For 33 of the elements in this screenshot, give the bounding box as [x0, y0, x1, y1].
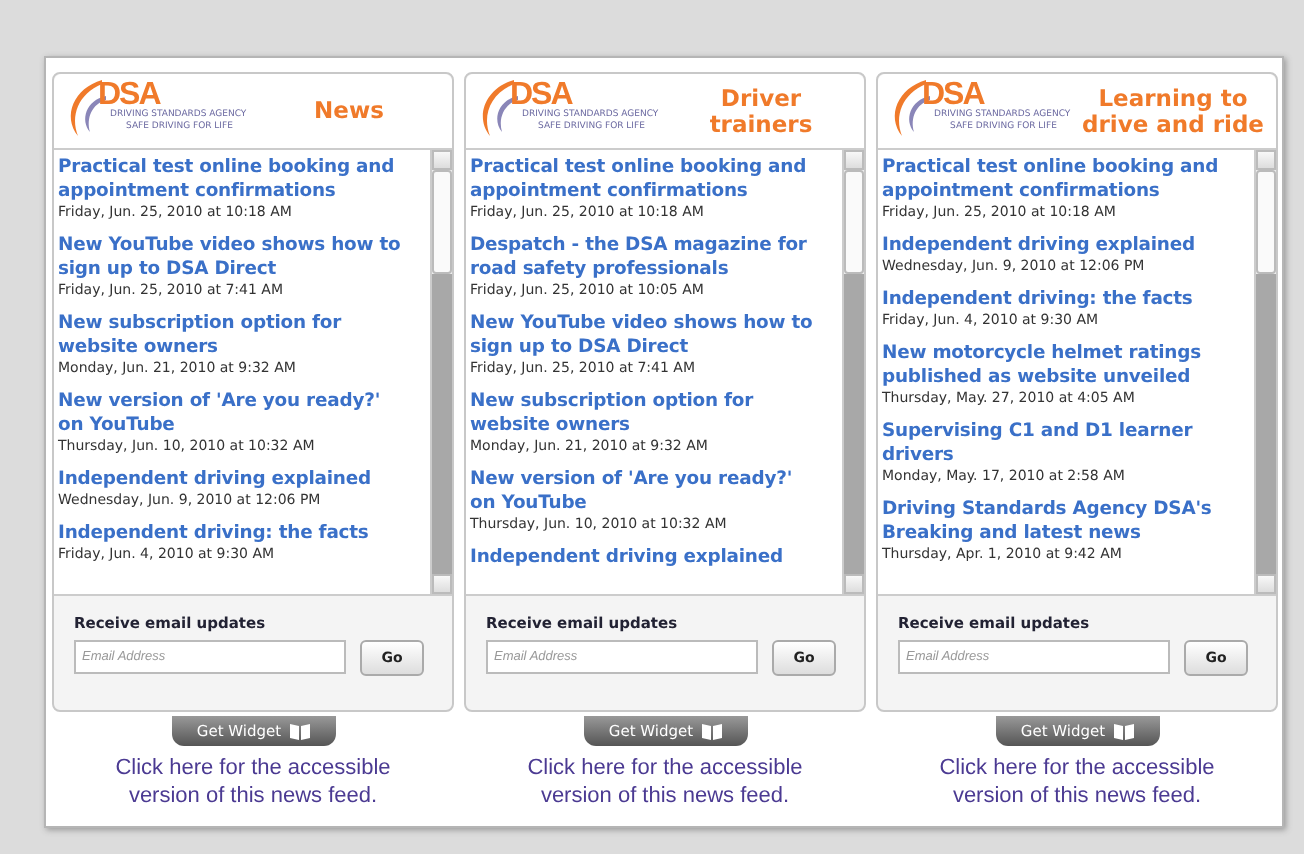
headline-link[interactable]: Supervising C1 and D1 learner drivers: [882, 420, 1230, 468]
headline-link[interactable]: Independent driving explained: [882, 234, 1230, 258]
accessible-version-link[interactable]: Click here for the accessible version of this news feed.: [493, 754, 837, 810]
headline-link[interactable]: Practical test online booking and appointment confirmations: [58, 156, 406, 204]
scrollbar[interactable]: [1254, 150, 1276, 594]
headline-link[interactable]: New subscription option for website owners: [470, 390, 818, 438]
headline-link[interactable]: New subscription option for website owners: [58, 312, 406, 360]
headline-link[interactable]: Independent driving explained: [58, 468, 406, 492]
headline-link[interactable]: Driving Standards Agency DSA's Breaking and latest news: [882, 498, 1230, 546]
headline-link[interactable]: New version of 'Are you ready?' on YouTube: [470, 468, 818, 516]
headline-link[interactable]: New motorcycle helmet ratings published as website unveiled: [882, 342, 1230, 390]
headline-link[interactable]: New version of 'Are you ready?' on YouTube: [58, 390, 406, 438]
headline-link[interactable]: New YouTube video shows how to sign up to DSA Direct: [58, 234, 406, 282]
headline-link[interactable]: Despatch - the DSA magazine for road safety professionals: [470, 234, 818, 282]
feed-title: Driver trainers: [707, 85, 815, 137]
headline-link[interactable]: Independent driving explained: [470, 546, 818, 570]
accessible-version-link[interactable]: Click here for the accessible version of this news feed.: [905, 754, 1249, 810]
scrollbar[interactable]: [842, 150, 864, 594]
scrollbar[interactable]: [430, 150, 452, 594]
accessible-version-link[interactable]: Click here for the accessible version of this news feed.: [81, 754, 425, 810]
book-icon: [701, 722, 722, 740]
logo-text: DSA: [98, 79, 160, 109]
headline-link[interactable]: Independent driving: the facts: [882, 288, 1230, 312]
headline-link[interactable]: New YouTube video shows how to sign up to DSA Direct: [470, 312, 818, 360]
headline-link[interactable]: Practical test online booking and appointment confirmations: [470, 156, 818, 204]
logo-text: DSA: [922, 79, 984, 109]
feed-title: News: [312, 98, 386, 124]
headline-link[interactable]: Independent driving: the facts: [58, 522, 406, 546]
logo-text: DSA: [510, 79, 572, 109]
headline-link[interactable]: Practical test online booking and appointment confirmations: [882, 156, 1230, 204]
book-icon: [1113, 722, 1134, 740]
feed-title: Learning to drive and ride: [1080, 85, 1266, 137]
book-icon: [289, 722, 310, 740]
